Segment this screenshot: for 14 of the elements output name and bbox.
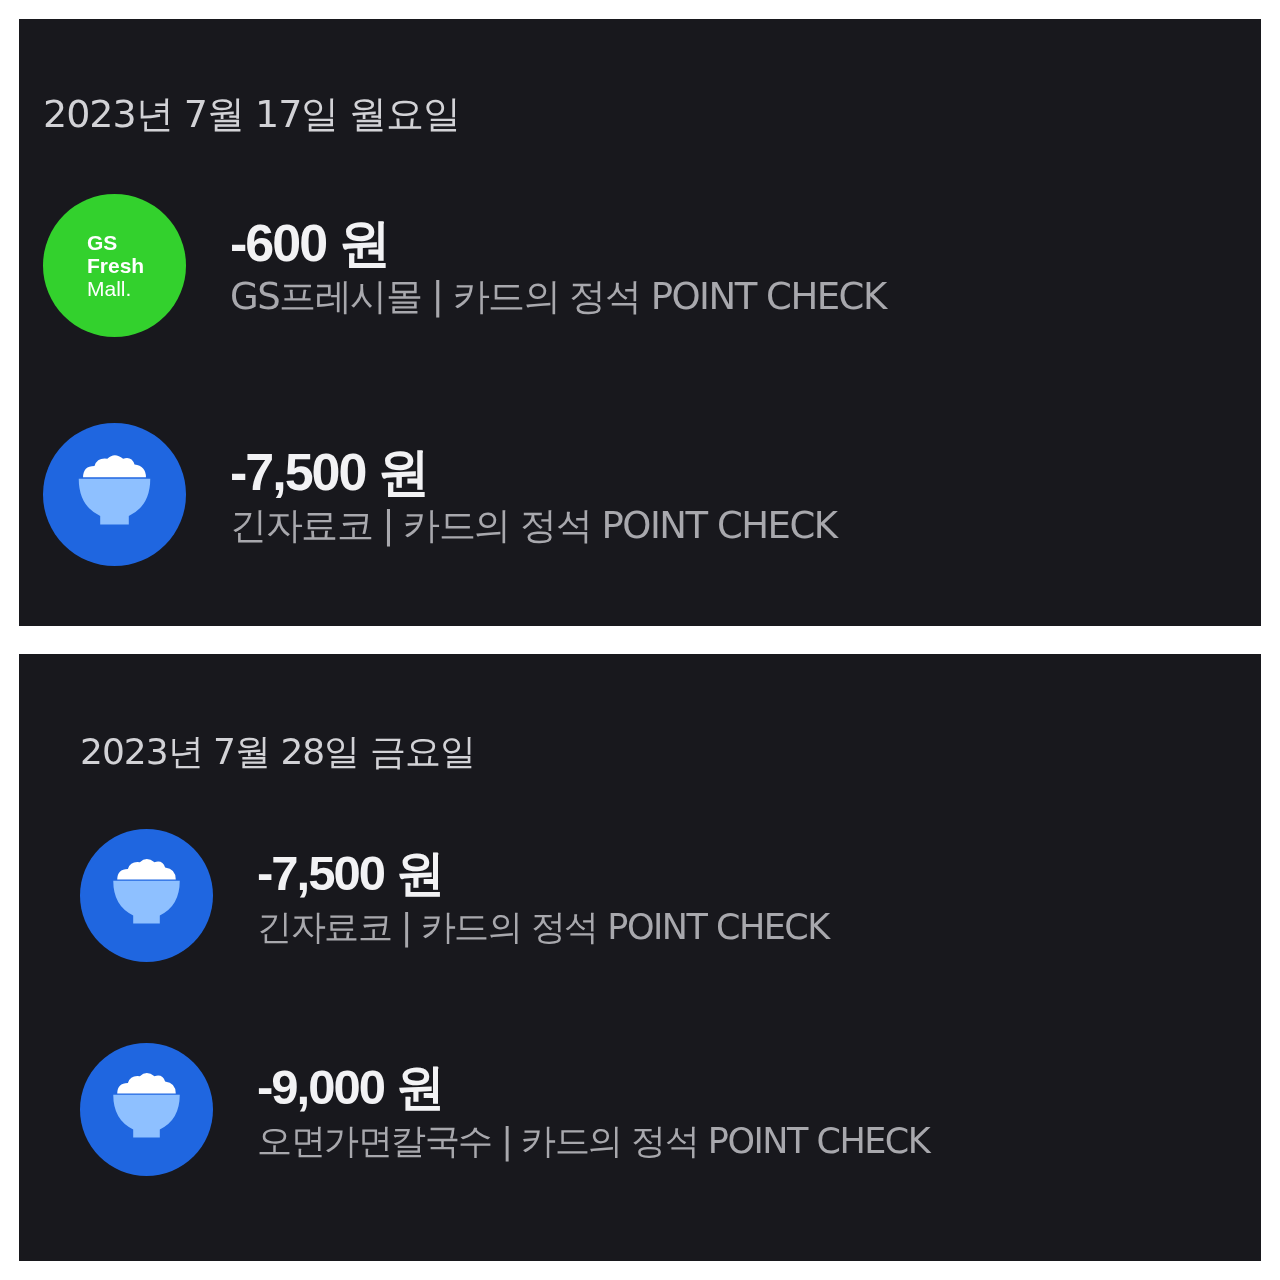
rice-bowl-icon	[43, 423, 186, 566]
amount-text: -7,500 원	[230, 441, 429, 503]
merchant-text: 긴자료코 | 카드의 정석 POINT CHECK	[257, 905, 829, 950]
rice-bowl-icon	[80, 829, 213, 962]
amount-text: -7,500 원	[257, 844, 444, 902]
store-logo-icon: GS Fresh Mall.	[43, 194, 186, 337]
merchant-text: 긴자료코 | 카드의 정석 POINT CHECK	[230, 502, 837, 549]
date-heading: 2023년 7월 28일 금요일	[80, 730, 476, 774]
merchant-text: 오면가면칼국수 | 카드의 정석 POINT CHECK	[257, 1119, 930, 1164]
date-heading: 2023년 7월 17일 월요일	[43, 91, 462, 138]
amount-text: -9,000 원	[257, 1058, 444, 1116]
rice-bowl-icon	[80, 1043, 213, 1176]
merchant-text: GS프레시몰 | 카드의 정석 POINT CHECK	[230, 273, 886, 320]
amount-text: -600 원	[230, 212, 390, 274]
